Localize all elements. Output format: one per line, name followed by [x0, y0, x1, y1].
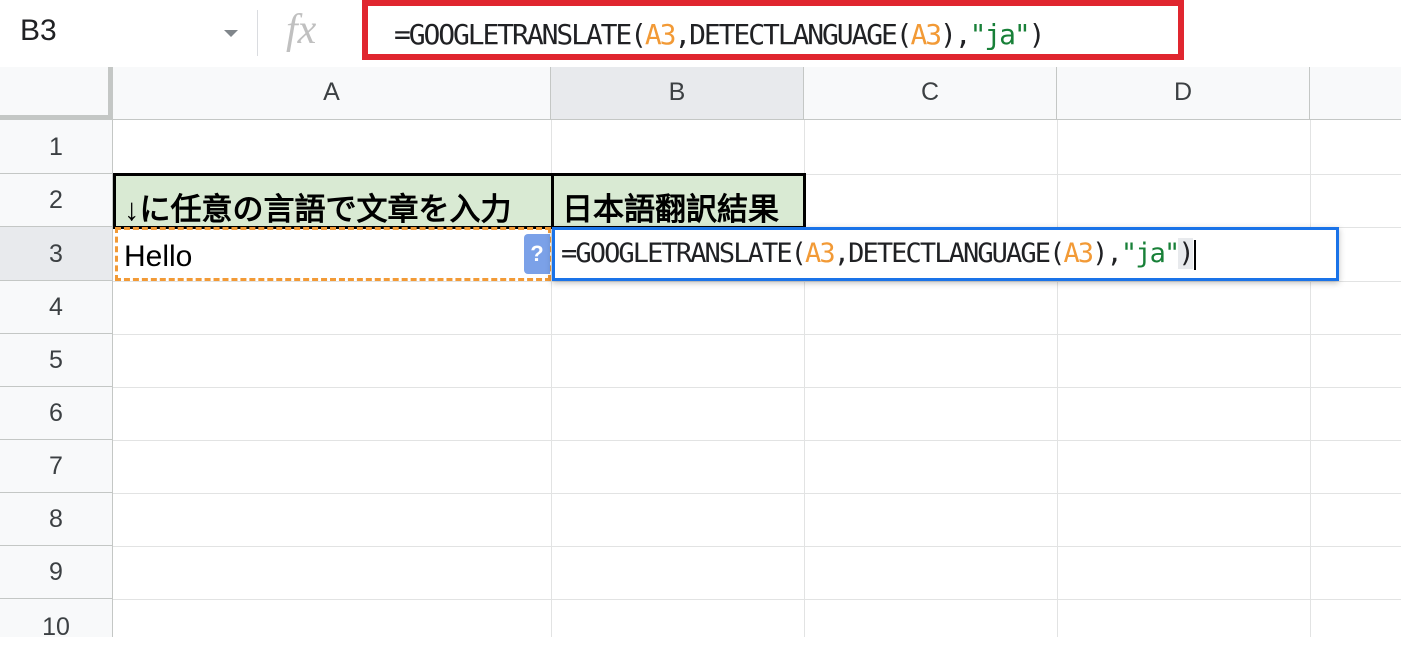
cell-b3-editor[interactable]: =GOOGLETRANSLATE(A3,DETECTLANGUAGE(A3),"…	[552, 227, 1339, 281]
grid-line	[1310, 120, 1311, 637]
name-box-value: B3	[20, 14, 57, 47]
formula-token-ref: A3	[910, 18, 943, 51]
formula-input[interactable]: =GOOGLETRANSLATE(A3,DETECTLANGUAGE(A3),"…	[362, 0, 1184, 60]
cell-a3-text: Hello	[124, 240, 193, 273]
formula-token: ),	[940, 18, 972, 51]
name-box[interactable]: B3	[0, 0, 255, 67]
cell-a3[interactable]: Hello	[115, 227, 551, 281]
formula-token-matched-paren: )	[1178, 238, 1195, 269]
formula-token: )	[1028, 18, 1046, 51]
text-cursor	[1193, 239, 1196, 270]
row-header-4[interactable]: 4	[0, 281, 113, 334]
chevron-down-icon[interactable]	[224, 30, 238, 37]
formula-token: =GOOGLETRANSLATE(	[561, 238, 807, 269]
formula-token: ,DETECTLANGUAGE(	[674, 18, 912, 51]
column-header-c[interactable]: C	[804, 67, 1057, 120]
row-header-2[interactable]: 2	[0, 174, 113, 227]
row-header-3[interactable]: 3	[0, 227, 113, 281]
cell-b2[interactable]: 日本語翻訳結果	[551, 173, 806, 229]
row-header-5[interactable]: 5	[0, 334, 113, 387]
formula-token-ref: A3	[805, 238, 836, 269]
grid-line	[113, 440, 1401, 441]
formula-token: ,DETECTLANGUAGE(	[833, 238, 1066, 269]
row-header-9[interactable]: 9	[0, 546, 113, 599]
column-header-d[interactable]: D	[1057, 67, 1310, 120]
formula-token-string: "ja"	[969, 18, 1031, 51]
formula-token: ),	[1092, 238, 1123, 269]
formula-bar-area: B3 fx =GOOGLETRANSLATE(A3,DETECTLANGUAGE…	[0, 0, 1401, 68]
formula-token-string: "ja"	[1120, 238, 1180, 269]
grid-line	[1057, 120, 1058, 637]
grid-line	[113, 493, 1401, 494]
grid-line	[113, 546, 1401, 547]
row-header-7[interactable]: 7	[0, 440, 113, 493]
cell-a2-text: ↓に任意の言語で文章を入力	[124, 192, 512, 227]
formula-text: =GOOGLETRANSLATE(A3,DETECTLANGUAGE(A3),"…	[394, 18, 1046, 51]
select-all-corner[interactable]	[0, 67, 113, 120]
fx-icon: fx	[286, 7, 317, 53]
column-header-a[interactable]: A	[113, 67, 551, 120]
formula-token: =GOOGLETRANSLATE(	[394, 18, 647, 51]
formula-help-button[interactable]: ?	[524, 234, 550, 274]
grid-line	[113, 334, 1401, 335]
grid-line	[113, 281, 1401, 282]
cell-b2-text: 日本語翻訳結果	[562, 192, 779, 227]
row-header-6[interactable]: 6	[0, 387, 113, 440]
formula-token-ref: A3	[1063, 238, 1094, 269]
row-header-8[interactable]: 8	[0, 493, 113, 546]
grid-line	[113, 599, 1401, 600]
cell-editor-text: =GOOGLETRANSLATE(A3,DETECTLANGUAGE(A3),"…	[561, 238, 1196, 270]
row-header-10[interactable]: 10	[0, 599, 113, 641]
column-header-e[interactable]	[1310, 67, 1401, 120]
formula-bar-divider	[257, 10, 258, 56]
cell-a2[interactable]: ↓に任意の言語で文章を入力	[113, 173, 554, 229]
row-header-1[interactable]: 1	[0, 120, 113, 174]
grid-line	[113, 387, 1401, 388]
column-header-b[interactable]: B	[551, 67, 804, 120]
formula-token-ref: A3	[644, 18, 677, 51]
